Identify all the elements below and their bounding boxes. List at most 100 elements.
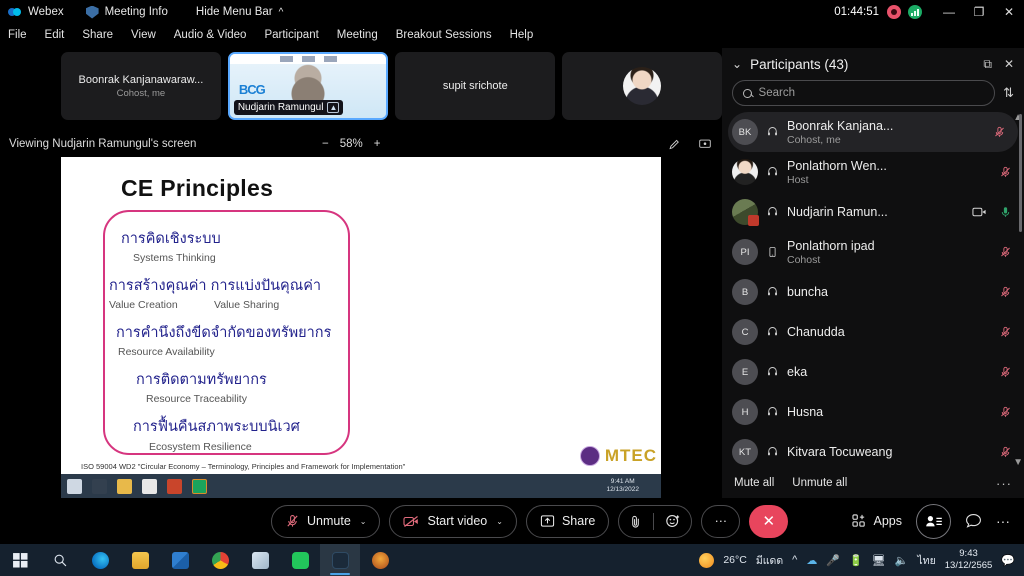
clock-date: 13/12/2565 — [944, 560, 993, 571]
mic-muted-icon[interactable] — [999, 405, 1012, 419]
end-call-button[interactable]: ✕ — [749, 504, 789, 538]
apps-button[interactable]: Apps — [851, 514, 902, 528]
tile-name: supit srichote — [442, 80, 508, 92]
maximize-button[interactable]: ❐ — [964, 0, 994, 24]
microphone-icon[interactable]: 🎤 — [826, 554, 840, 567]
participant-row-ponlathorn[interactable]: PW Ponlathorn Wen... Host — [722, 152, 1024, 192]
chat-icon[interactable] — [965, 513, 982, 529]
participants-list[interactable]: ▲ BK Boonrak Kanjana... Cohost, me — [722, 112, 1024, 470]
network-icon[interactable]: 🖥 — [872, 554, 886, 567]
mic-muted-icon[interactable] — [999, 365, 1012, 379]
video-tile-avatar[interactable] — [562, 52, 722, 120]
panel-more-options-button[interactable]: ··· — [996, 476, 1012, 491]
collapse-icon[interactable]: ⌄ — [732, 57, 742, 71]
recording-indicator-icon[interactable] — [887, 5, 901, 19]
meeting-info-button[interactable]: Meeting Info — [105, 6, 168, 18]
participant-row-husna[interactable]: H Husna — [722, 392, 1024, 432]
participant-row-boonrak[interactable]: BK Boonrak Kanjana... Cohost, me — [728, 112, 1018, 152]
participant-row-buncha[interactable]: B buncha — [722, 272, 1024, 312]
video-tile-supit[interactable]: supit srichote — [395, 52, 556, 120]
menu-help[interactable]: Help — [501, 29, 543, 41]
sort-participants-icon[interactable]: ⇅ — [1003, 85, 1014, 101]
video-on-icon[interactable] — [972, 206, 987, 218]
share-button[interactable]: Share — [525, 504, 610, 538]
zoom-in-button[interactable]: + — [374, 138, 381, 150]
principle-4-english: Resource Availability — [118, 346, 215, 358]
annotate-pen-icon[interactable] — [668, 138, 682, 151]
menu-meeting[interactable]: Meeting — [328, 29, 387, 41]
close-panel-icon[interactable]: ✕ — [1004, 57, 1014, 71]
taskbar-mail-button[interactable] — [160, 544, 200, 576]
taskbar-line-button[interactable] — [280, 544, 320, 576]
participant-row-nudjarin[interactable]: NR Nudjarin Ramun... — [722, 192, 1024, 232]
taskbar-webex-button[interactable] — [320, 544, 360, 576]
scroll-down-icon[interactable]: ▼ — [1013, 457, 1023, 468]
display-options-icon[interactable] — [698, 138, 712, 151]
chevron-down-icon[interactable]: ⌄ — [360, 517, 367, 526]
mic-unmuted-icon[interactable] — [999, 205, 1012, 219]
shared-webex-icon — [192, 478, 207, 494]
shared-screen-viewport[interactable]: CE Principles การคิดเชิงระบบ Systems Thi… — [61, 157, 661, 498]
participant-row-ponlathorn-ipad[interactable]: PI Ponlathorn ipad Cohost — [722, 232, 1024, 272]
zoom-out-button[interactable]: − — [322, 138, 329, 150]
mic-muted-icon[interactable] — [999, 245, 1012, 259]
search-box[interactable] — [732, 80, 996, 106]
menu-file[interactable]: File — [0, 29, 36, 41]
taskbar-store-button[interactable] — [240, 544, 280, 576]
weather-temperature: 26°C — [723, 554, 747, 566]
unmute-all-button[interactable]: Unmute all — [792, 477, 847, 489]
notification-center-icon[interactable]: 💬 — [1001, 554, 1015, 567]
close-button[interactable]: ✕ — [994, 0, 1024, 24]
menu-audio-video[interactable]: Audio & Video — [165, 29, 256, 41]
taskbar-edge-button[interactable] — [80, 544, 120, 576]
mic-muted-icon[interactable] — [999, 325, 1012, 339]
taskbar-chrome-button[interactable] — [200, 544, 240, 576]
participant-row-kitvara[interactable]: KT Kitvara Tocuweang — [722, 432, 1024, 470]
reactions-icon[interactable] — [665, 513, 681, 529]
taskbar-search-button[interactable] — [40, 544, 80, 576]
menu-participant[interactable]: Participant — [255, 29, 327, 41]
mic-muted-icon[interactable] — [999, 285, 1012, 299]
taskbar-file-explorer-button[interactable] — [120, 544, 160, 576]
more-options-button[interactable]: ··· — [701, 504, 741, 538]
participant-row-chanudda[interactable]: C Chanudda — [722, 312, 1024, 352]
principle-1-thai: การคิดเชิงระบบ — [121, 231, 221, 247]
video-tile-boonrak[interactable]: Boonrak Kanjanawaraw... Cohost, me — [61, 52, 221, 120]
meeting-info-icon — [85, 5, 99, 19]
chevron-down-icon[interactable]: ⌄ — [496, 517, 503, 526]
onedrive-icon[interactable]: ☁ — [806, 554, 817, 567]
chevron-up-icon[interactable]: ^ — [279, 7, 284, 18]
battery-icon[interactable]: 🔋 — [849, 554, 863, 567]
taskbar-app-button[interactable] — [360, 544, 400, 576]
principle-6-english: Ecosystem Resilience — [149, 441, 252, 453]
mic-muted-icon[interactable] — [999, 165, 1012, 179]
popout-panel-icon[interactable]: ⧉ — [983, 57, 992, 72]
weather-sun-icon[interactable] — [699, 552, 715, 568]
menu-breakout-sessions[interactable]: Breakout Sessions — [387, 29, 501, 41]
network-signal-icon[interactable] — [908, 5, 922, 19]
video-tile-nudjarin-active-speaker[interactable]: BCG Nudjarin Ramungul ▲ — [227, 52, 389, 120]
paperclip-icon[interactable] — [629, 514, 642, 529]
language-indicator[interactable]: ไทย — [917, 552, 935, 569]
start-video-button[interactable]: Start video ⌄ — [389, 504, 517, 538]
hide-menu-bar-button[interactable]: Hide Menu Bar — [196, 6, 273, 18]
title-bar: Webex Meeting Info Hide Menu Bar ^ 01:44… — [0, 0, 1024, 24]
menu-view[interactable]: View — [122, 29, 165, 41]
taskbar-clock[interactable]: 9:43 13/12/2565 — [945, 548, 993, 572]
start-button[interactable] — [0, 544, 40, 576]
mic-muted-icon[interactable] — [993, 125, 1006, 139]
search-input[interactable] — [758, 87, 985, 99]
unmute-button[interactable]: Unmute ⌄ — [271, 504, 381, 538]
minimize-button[interactable]: — — [934, 0, 964, 24]
volume-icon[interactable]: 🔈 — [895, 554, 909, 567]
participant-row-eka[interactable]: E Husna eka — [722, 352, 1024, 392]
menu-edit[interactable]: Edit — [36, 29, 74, 41]
menu-share[interactable]: Share — [73, 29, 122, 41]
pin-icon[interactable]: ▲ — [327, 102, 340, 113]
right-more-options-button[interactable]: ··· — [996, 513, 1010, 529]
mic-muted-icon[interactable] — [999, 445, 1012, 459]
avatar: C — [732, 319, 758, 345]
mute-all-button[interactable]: Mute all — [734, 477, 774, 489]
participants-toggle-button[interactable] — [916, 503, 951, 539]
tray-expand-icon[interactable]: ^ — [792, 554, 797, 566]
